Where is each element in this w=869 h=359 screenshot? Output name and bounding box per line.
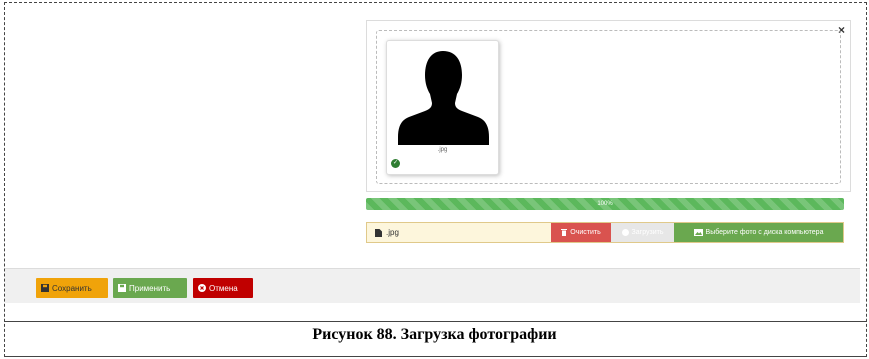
file-caption-field[interactable]: .jpg bbox=[367, 223, 551, 242]
file-caption-row: .jpg Очистить Загрузить Выберите фото с … bbox=[366, 222, 844, 243]
file-input-widget: × .jpg ✓ bbox=[366, 20, 851, 192]
check-circle-icon: ✓ bbox=[391, 159, 400, 168]
floppy-disk-icon bbox=[118, 284, 126, 292]
cancel-button-label: Отмена bbox=[209, 283, 238, 293]
file-caption-value: .jpg bbox=[386, 228, 399, 237]
browse-button[interactable]: Выберите фото с диска компьютера bbox=[674, 223, 843, 242]
save-button-label: Сохранить bbox=[52, 283, 92, 293]
preview-drop-zone[interactable]: .jpg ✓ bbox=[376, 30, 841, 184]
upload-form: × .jpg ✓ 100% .jpg Очистить Загрузить Вы… bbox=[5, 3, 860, 303]
image-icon bbox=[693, 229, 703, 236]
file-preview-thumbnail: .jpg ✓ bbox=[386, 40, 499, 175]
apply-button-label: Применить bbox=[129, 283, 171, 293]
trash-icon bbox=[561, 229, 568, 236]
upload-icon bbox=[621, 229, 629, 236]
clear-button-label: Очистить bbox=[570, 229, 601, 236]
figure-caption: Рисунок 88. Загрузка фотографии bbox=[312, 326, 557, 343]
preview-file-name: .jpg bbox=[437, 147, 448, 153]
upload-button[interactable]: Загрузить bbox=[611, 223, 674, 242]
cancel-button[interactable]: Отмена bbox=[193, 278, 253, 298]
floppy-disk-icon bbox=[41, 284, 49, 292]
progress-fill: 100% bbox=[366, 198, 844, 210]
apply-button[interactable]: Применить bbox=[113, 278, 187, 298]
cancel-circle-icon bbox=[198, 284, 206, 292]
clear-button[interactable]: Очистить bbox=[551, 223, 611, 242]
browse-button-label: Выберите фото с диска компьютера bbox=[705, 229, 824, 236]
caption-divider bbox=[4, 321, 867, 322]
upload-progress-bar: 100% bbox=[366, 198, 844, 210]
form-toolbar: Сохранить Применить Отмена bbox=[5, 268, 860, 303]
save-button[interactable]: Сохранить bbox=[36, 278, 108, 298]
file-icon bbox=[375, 228, 382, 237]
upload-button-label: Загрузить bbox=[631, 229, 664, 236]
person-silhouette-icon bbox=[398, 51, 489, 145]
